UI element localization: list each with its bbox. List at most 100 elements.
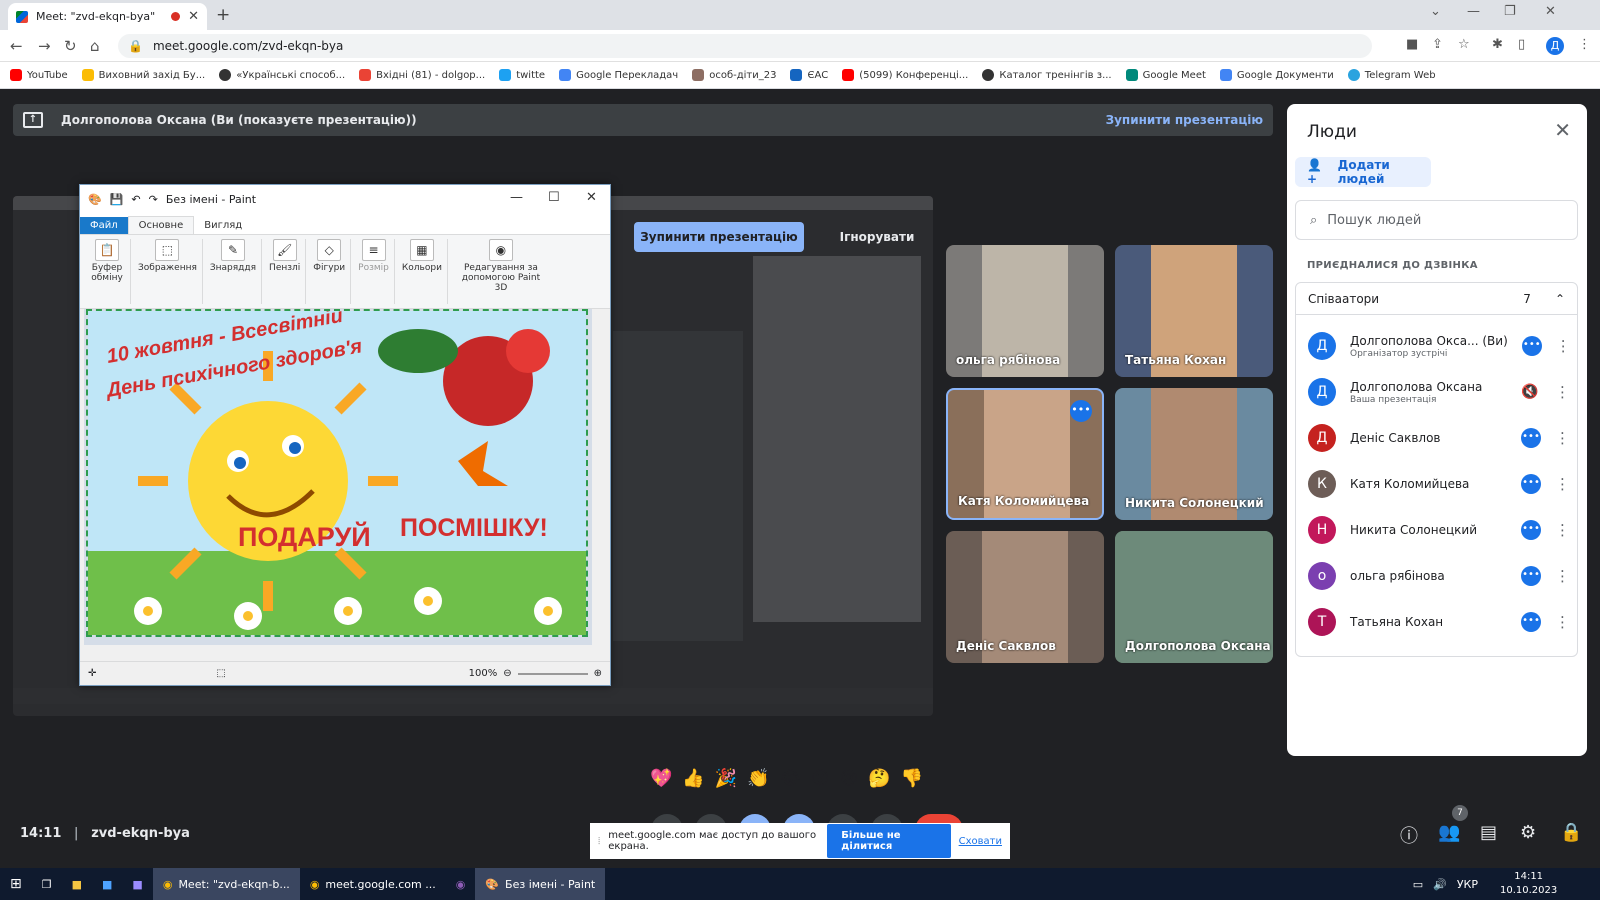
reaction-clap[interactable]: 👏 (747, 768, 769, 789)
bookmark-item[interactable]: Google Meet (1125, 69, 1206, 81)
reaction-thinking[interactable]: 🤔 (868, 768, 890, 789)
volume-icon[interactable]: 🔊 (1433, 878, 1447, 891)
more-icon[interactable]: ••• (1521, 612, 1541, 632)
zoom-in-icon[interactable]: ⊕ (594, 668, 602, 679)
participant-tile[interactable]: Деніс Саквлов (946, 531, 1104, 663)
participant-row[interactable]: Д Долгополова Окса... (Ви) Організатор зус… (1296, 323, 1577, 369)
bookmark-item[interactable]: Вхідні (81) - dolgop... (359, 69, 485, 81)
host-controls-icon[interactable]: 🔒 (1560, 822, 1582, 843)
kebab-icon[interactable]: ⋮ (1555, 521, 1570, 539)
menu-kebab-icon[interactable]: ⋮ (1578, 37, 1591, 52)
ribbon-paint3d[interactable]: ◉ Редагування за допомогою Paint 3D (450, 239, 552, 304)
kebab-icon[interactable]: ⋮ (1555, 475, 1570, 493)
paint-window[interactable]: 🎨 💾 ↶ ↷ Без імені - Paint — ☐ ✕ Файл Осн… (79, 184, 611, 686)
drag-handle-icon[interactable]: ⦙ (598, 836, 600, 847)
taskbar-item[interactable]: ◉ Meet: "zvd-ekqn-b... (152, 868, 300, 900)
stop-presenting-button[interactable]: Зупинити презентацію (634, 222, 804, 252)
hide-link[interactable]: Сховати (959, 836, 1002, 847)
close-window-button[interactable]: ✕ (1545, 4, 1556, 19)
more-icon[interactable]: ••• (1521, 520, 1541, 540)
viber-icon[interactable]: ◉ (446, 868, 476, 900)
ribbon-tools[interactable]: ✎ Знаряддя (205, 239, 263, 304)
bookmark-item[interactable]: «Українські способ... (219, 69, 345, 81)
extensions-icon[interactable]: ✱ (1492, 37, 1503, 52)
reaction-thumbs-down[interactable]: 👎 (901, 768, 923, 789)
reaction-surprised[interactable]: 😮 (811, 768, 830, 789)
more-icon[interactable]: ••• (1521, 474, 1541, 494)
group-header[interactable]: Співаатори 7 ⌃ (1296, 283, 1577, 315)
bookmark-item[interactable]: twitte (499, 69, 545, 81)
participant-tile[interactable]: Татьяна Кохан (1115, 245, 1273, 377)
participant-row[interactable]: Т Татьяна Кохан ••• ⋮ (1296, 599, 1577, 645)
participant-row[interactable]: Н Никита Солонецкий ••• ⋮ (1296, 507, 1577, 553)
participant-tile[interactable]: ••• Катя Коломийцева (946, 388, 1104, 520)
bookmark-star-icon[interactable]: ☆ (1458, 37, 1470, 52)
reaction-thumbs-up[interactable]: 👍 (682, 768, 704, 789)
taskbar-item[interactable]: ◉ meet.google.com ... (300, 868, 446, 900)
more-icon[interactable]: ••• (1521, 566, 1541, 586)
minimize-button[interactable]: — (1467, 4, 1480, 19)
forward-icon[interactable]: → (38, 37, 51, 55)
participant-tile[interactable]: Никита Солонецкий (1115, 388, 1273, 520)
ribbon-colors[interactable]: ▦ Кольори (397, 239, 448, 304)
participant-row[interactable]: Д Долгополова Оксана Ваша презентація 🔇 ⋮ (1296, 369, 1577, 415)
share-icon[interactable]: ⇪ (1432, 37, 1443, 52)
vertical-scrollbar[interactable] (592, 309, 610, 645)
paint-close-button[interactable]: ✕ (586, 190, 597, 205)
reaction-party[interactable]: 🎉 (715, 768, 737, 789)
bookmark-item[interactable]: особ-діти_23 (692, 69, 776, 81)
undo-icon[interactable]: ↶ (131, 193, 140, 206)
reaction-sad[interactable]: 😢 (840, 768, 859, 789)
menu-view[interactable]: Вигляд (194, 217, 252, 234)
reaction-heart[interactable]: 💖 (650, 768, 672, 789)
start-icon[interactable]: ⊞ (0, 868, 32, 900)
add-people-button[interactable]: 👤+ Додати людей (1295, 157, 1431, 187)
tab-search-icon[interactable]: ⌄ (1430, 4, 1441, 19)
camera-icon[interactable]: ■ (1406, 37, 1418, 52)
task-view-icon[interactable]: ❐ (32, 868, 62, 900)
reaction-laugh[interactable]: 😂 (780, 768, 801, 789)
address-bar[interactable]: 🔒 meet.google.com/zvd-ekqn-bya (118, 34, 1372, 58)
bookmark-item[interactable]: ЄАС (790, 69, 828, 81)
ribbon-shapes[interactable]: ◇ Фігури (308, 239, 352, 304)
zoom-out-icon[interactable]: ⊖ (503, 668, 511, 679)
ignore-button[interactable]: Ігнорувати (822, 222, 932, 252)
muted-speaker-icon[interactable]: 🔇 (1521, 384, 1541, 400)
bookmark-item[interactable]: YouTube (10, 69, 68, 81)
ribbon-clipboard[interactable]: 📋 Буфер обміну (84, 239, 131, 304)
store-icon[interactable]: ■ (92, 868, 122, 900)
people-icon[interactable]: 👥 (1438, 822, 1460, 843)
participant-row[interactable]: о ольга рябінова ••• ⋮ (1296, 553, 1577, 599)
more-options-icon[interactable]: ••• (1070, 400, 1092, 422)
horizontal-scrollbar[interactable] (84, 645, 592, 661)
close-icon[interactable]: ✕ (1554, 118, 1571, 142)
restore-button[interactable]: ❐ (1504, 4, 1516, 19)
more-icon[interactable]: ••• (1521, 428, 1541, 448)
home-icon[interactable]: ⌂ (90, 37, 100, 55)
taskbar-clock[interactable]: 14:11 10.10.2023 (1500, 870, 1557, 898)
network-icon[interactable]: ▭ (1413, 878, 1423, 891)
new-tab-button[interactable]: + (216, 5, 230, 25)
bookmark-item[interactable]: (5099) Конференці... (842, 69, 968, 81)
stop-presenting-link[interactable]: Зупинити презентацію (1106, 113, 1263, 127)
info-icon[interactable]: ⓘ (1400, 822, 1418, 848)
redo-icon[interactable]: ↷ (149, 193, 158, 206)
bookmark-item[interactable]: Google Документи (1219, 69, 1334, 81)
kebab-icon[interactable]: ⋮ (1555, 613, 1570, 631)
sidepanel-icon[interactable]: ▯ (1518, 37, 1525, 52)
participant-row[interactable]: Д Деніс Саквлов ••• ⋮ (1296, 415, 1577, 461)
participant-tile[interactable]: ольга рябінова (946, 245, 1104, 377)
save-app-icon[interactable]: ■ (122, 868, 152, 900)
language-indicator[interactable]: УКР (1457, 878, 1478, 891)
menu-file[interactable]: Файл (80, 217, 128, 234)
participant-row[interactable]: К Катя Коломийцева ••• ⋮ (1296, 461, 1577, 507)
paint-maximize-button[interactable]: ☐ (548, 190, 560, 205)
paint-canvas[interactable]: 10 жовтня - Всесвітній День психічного з… (84, 309, 592, 645)
kebab-icon[interactable]: ⋮ (1555, 429, 1570, 447)
file-explorer-icon[interactable]: ■ (62, 868, 92, 900)
bookmark-item[interactable]: Виховний захід Бу... (81, 69, 205, 81)
ribbon-brushes[interactable]: 🖌 Пензлі (264, 239, 307, 304)
kebab-icon[interactable]: ⋮ (1555, 383, 1570, 401)
menu-home[interactable]: Основне (127, 216, 195, 234)
bookmark-item[interactable]: Каталог тренінгів з... (982, 69, 1112, 81)
